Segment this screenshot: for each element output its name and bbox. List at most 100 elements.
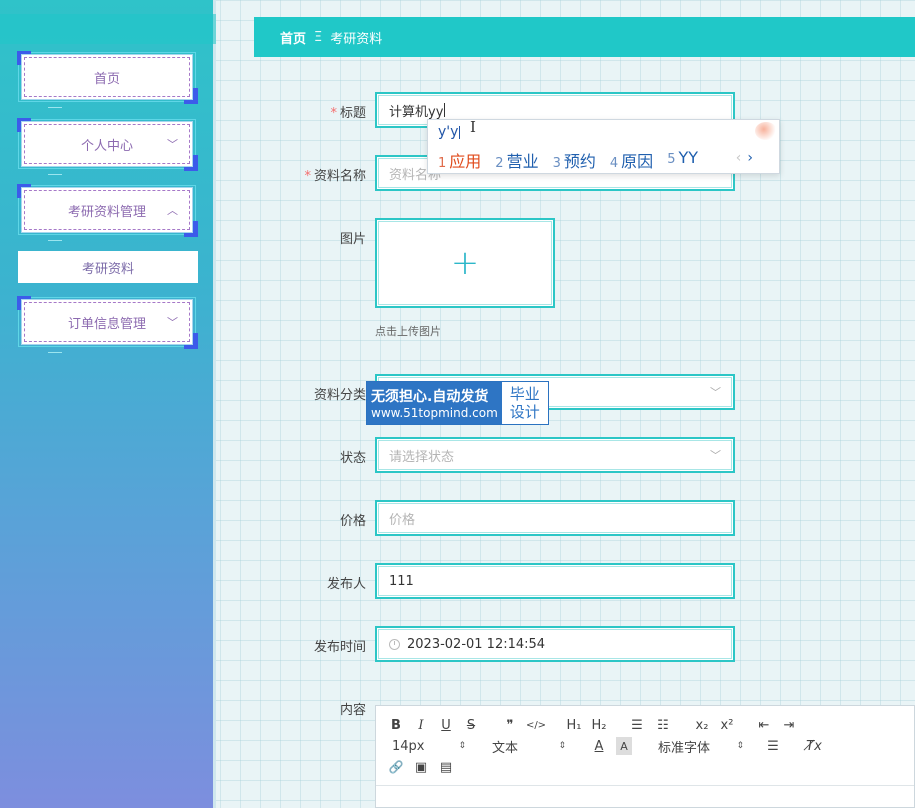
- status-select[interactable]: 请选择状态 ﹀: [375, 437, 735, 473]
- select-spinner-icon: ⇕: [558, 741, 566, 751]
- chevron-up-icon: ︿: [167, 204, 178, 217]
- watermark-line2: www.51topmind.com: [371, 406, 498, 420]
- material-name-label: * 资料名称: [256, 165, 366, 184]
- clock-icon: [389, 638, 400, 650]
- h1-button[interactable]: H₁: [564, 716, 584, 734]
- ime-logo-icon: [755, 122, 777, 140]
- sidebar-item-label: 订单信息管理: [67, 316, 146, 332]
- image-icon[interactable]: ▣: [413, 758, 429, 776]
- sidebar-subitem-label: 考研资料: [81, 261, 134, 277]
- sidebar: 首页 个人中心 ﹀ 考研资料管理 ︿ 考研资料 订单信息管理 ﹀: [0, 0, 216, 808]
- breadcrumb-home-link[interactable]: 首页: [280, 28, 306, 47]
- ime-candidate[interactable]: 2 营业: [495, 148, 538, 172]
- chevron-down-icon: ﹀: [167, 316, 178, 329]
- subscript-button[interactable]: x₂: [692, 716, 712, 734]
- bullet-list-button[interactable]: ☷: [654, 716, 672, 734]
- menu-inner: 个人中心: [24, 124, 190, 164]
- title-input-value: 计算机yy: [389, 104, 444, 120]
- candidate-number: 2: [495, 156, 504, 171]
- font-size-select[interactable]: 14px ⇕: [392, 737, 466, 755]
- breadcrumb-separator-icon: Ξ: [314, 29, 323, 45]
- link-icon[interactable]: 🔗: [388, 758, 404, 776]
- chevron-down-icon: ﹀: [710, 386, 721, 399]
- sidebar-item-material-management[interactable]: 考研资料管理 ︿: [17, 184, 198, 241]
- ime-page-nav: ‹ ›: [736, 150, 753, 166]
- ime-prev-icon[interactable]: ‹: [736, 150, 742, 166]
- clean-format-button[interactable]: T̸x: [804, 737, 824, 755]
- image-upload[interactable]: +: [375, 218, 555, 308]
- bold-button[interactable]: B: [388, 716, 404, 734]
- candidate-number: 4: [609, 156, 619, 171]
- status-label: 状态: [339, 451, 366, 466]
- tick-decoration: [48, 104, 62, 108]
- ime-candidate[interactable]: 4 原因: [610, 148, 653, 172]
- background-color-button[interactable]: A: [616, 737, 632, 755]
- menu-inner: 考研资料管理: [24, 190, 190, 230]
- sidebar-subitem-materials[interactable]: 考研资料: [18, 251, 198, 283]
- sidebar-item-label: 考研资料管理: [67, 204, 146, 220]
- ime-candidate[interactable]: 1 应用: [438, 148, 481, 172]
- watermark-right: 毕业 设计: [502, 382, 548, 424]
- price-placeholder: 价格: [389, 512, 416, 528]
- ime-candidate[interactable]: 5 YY: [667, 148, 698, 172]
- header-value: 文本: [492, 740, 519, 756]
- material-name-label-text: 资料名称: [313, 169, 366, 184]
- code-block-button[interactable]: </>: [526, 716, 546, 734]
- font-family-select[interactable]: 标准字体 ⇕: [658, 737, 744, 756]
- header-select[interactable]: 文本 ⇕: [492, 737, 566, 756]
- video-icon[interactable]: ▤: [438, 758, 454, 776]
- font-family-value: 标准字体: [658, 740, 711, 756]
- sidebar-item-home[interactable]: 首页: [17, 51, 198, 108]
- status-placeholder: 请选择状态: [389, 449, 455, 465]
- text-caret: [444, 103, 446, 117]
- tick-decoration: [48, 171, 62, 175]
- ime-candidate[interactable]: 3 预约: [553, 148, 596, 172]
- publish-time-label: 发布时间: [313, 640, 366, 655]
- required-mark: *: [304, 169, 311, 184]
- sidebar-top-band: [0, 14, 216, 44]
- blockquote-button[interactable]: ❞: [501, 716, 519, 734]
- category-label: 资料分类: [313, 388, 366, 403]
- italic-button[interactable]: I: [413, 716, 429, 734]
- font-color-button[interactable]: A: [591, 737, 607, 755]
- tick-decoration: [48, 349, 62, 353]
- ime-pinyin: y'y: [438, 124, 461, 140]
- watermark-right1: 毕业: [509, 385, 540, 403]
- chevron-down-icon: ﹀: [710, 449, 721, 462]
- ime-candidate-window: y'y 1 应用 2 营业 3 预约 4 原因 5 YY ‹ ›: [427, 119, 780, 174]
- align-button[interactable]: ☰: [764, 737, 782, 755]
- breadcrumb: 首页 Ξ 考研资料: [254, 17, 915, 57]
- watermark-left: 无须担心.自动发货 www.51topmind.com: [367, 382, 502, 424]
- content-label: 内容: [339, 703, 366, 718]
- candidate-number: 5: [667, 152, 676, 167]
- price-input[interactable]: 价格: [375, 500, 735, 536]
- strike-button[interactable]: S: [463, 716, 479, 734]
- publisher-value: 111: [389, 573, 414, 589]
- underline-button[interactable]: U: [438, 716, 454, 734]
- title-label: * 标题: [256, 102, 366, 121]
- plus-icon: +: [450, 243, 480, 283]
- image-label: 图片: [339, 232, 366, 247]
- indent-button[interactable]: ⇥: [780, 716, 798, 734]
- font-size-value: 14px: [392, 738, 425, 754]
- sidebar-item-personal-center[interactable]: 个人中心 ﹀: [17, 118, 198, 175]
- menu-inner: 订单信息管理: [24, 302, 190, 342]
- publish-time-value: 2023-02-01 12:14:54: [407, 636, 546, 652]
- candidate-text: 营业: [506, 152, 539, 171]
- publisher-label: 发布人: [326, 577, 366, 592]
- publisher-input[interactable]: 111: [375, 563, 735, 599]
- outdent-button[interactable]: ⇤: [755, 716, 773, 734]
- candidate-text: 原因: [621, 152, 654, 171]
- superscript-button[interactable]: x²: [717, 716, 737, 734]
- candidate-text: 预约: [563, 152, 596, 171]
- sidebar-item-order-management[interactable]: 订单信息管理 ﹀: [17, 296, 198, 353]
- chevron-down-icon: ﹀: [167, 138, 178, 151]
- watermark-line1: 无须担心.自动发货: [371, 389, 489, 405]
- h2-button[interactable]: H₂: [589, 716, 609, 734]
- required-mark: *: [330, 106, 337, 121]
- ime-next-icon[interactable]: ›: [747, 150, 753, 166]
- ordered-list-button[interactable]: ☰: [628, 716, 646, 734]
- publish-time-picker[interactable]: 2023-02-01 12:14:54: [375, 626, 735, 662]
- select-spinner-icon: ⇕: [736, 741, 744, 751]
- candidate-number: 3: [552, 156, 561, 171]
